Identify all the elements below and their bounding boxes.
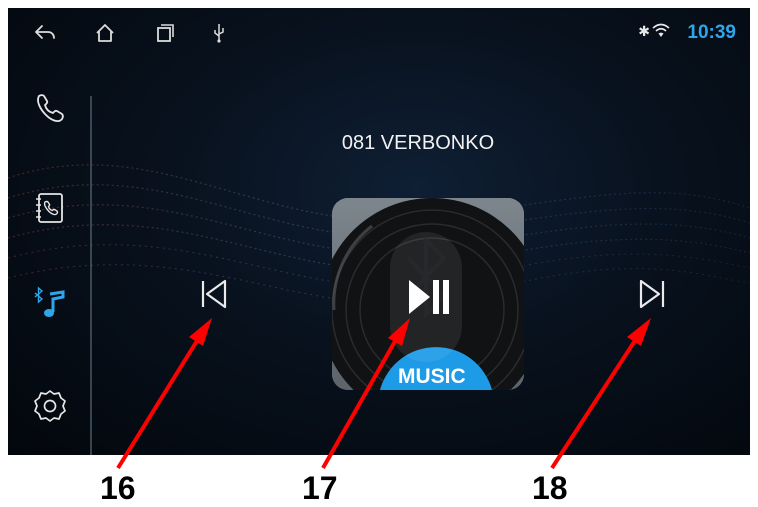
callout-arrows: [116, 318, 651, 470]
callout-label-18: 18: [532, 470, 568, 506]
callout-arrow-16: [116, 318, 212, 470]
callout-arrow-17: [321, 318, 410, 469]
callout-label-16: 16: [100, 470, 136, 506]
callout-label-17: 17: [302, 470, 338, 506]
callout-arrow-18: [550, 318, 651, 470]
